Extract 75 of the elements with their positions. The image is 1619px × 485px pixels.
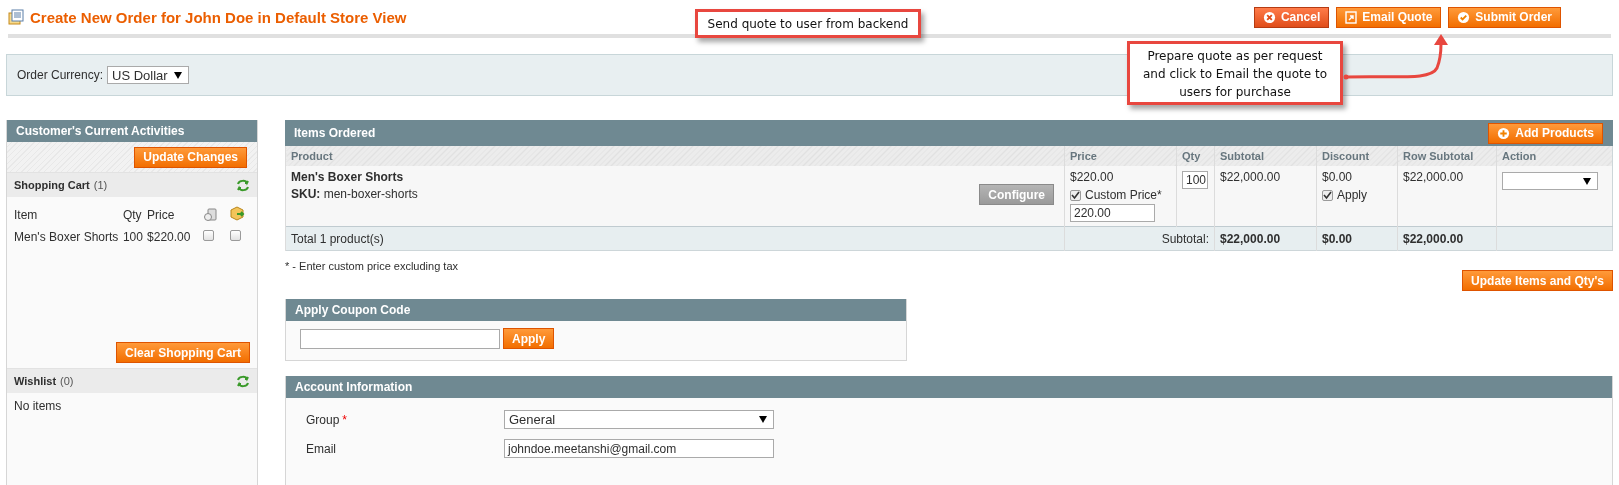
panel-header: Account Information <box>286 376 1612 398</box>
email-button[interactable]: Email Quote <box>1336 6 1442 28</box>
cancel-button[interactable]: Cancel <box>1253 6 1330 28</box>
configure-button[interactable]: Configure <box>979 184 1054 205</box>
submit-button[interactable]: Submit Order <box>1448 6 1561 28</box>
email-field[interactable]: johndoe.meetanshi@gmail.com <box>504 439 774 458</box>
row-subtotal-total: $22,000.00 <box>1397 226 1497 251</box>
discount-value: $0.00 <box>1322 170 1354 184</box>
custom-price-field[interactable]: 220.00 <box>1070 204 1155 222</box>
total-label: Total 1 product(s) <box>285 226 1065 251</box>
currency-select[interactable]: US Dollar <box>107 66 189 84</box>
empty-message: No items <box>14 399 62 413</box>
caret-icon <box>759 416 767 423</box>
product-name: Men's Boxer Shorts <box>291 170 405 184</box>
item-count: (1) <box>93 179 108 191</box>
qty-field[interactable]: 100 <box>1182 171 1208 189</box>
price-value: $220.00 <box>1070 170 1115 184</box>
group-select[interactable]: General <box>504 410 774 429</box>
check-icon <box>1457 10 1471 24</box>
table-cell: $22,000.00 <box>1214 166 1317 227</box>
apply-discount-checkbox[interactable] <box>1322 189 1333 201</box>
annotation-callout: Prepare quote as per request and click to Email the quote to users for purchase <box>1127 41 1343 105</box>
column-header: Row Subtotal <box>1397 146 1497 166</box>
order-document-icon <box>8 9 24 25</box>
table-cell: $22,000.00 <box>1397 166 1497 227</box>
close-icon <box>1262 10 1276 24</box>
apply-coupon-button[interactable]: Apply <box>503 328 555 349</box>
remove-checkbox[interactable] <box>202 230 214 241</box>
refresh-icon[interactable] <box>237 374 249 388</box>
item-count: (0) <box>60 375 74 387</box>
required-mark: * <box>342 412 348 427</box>
caret-icon <box>1583 177 1591 185</box>
column-header: Subtotal <box>1214 146 1317 166</box>
add-products-button[interactable]: Add Products <box>1488 122 1603 144</box>
subtotal-total: $22,000.00 <box>1214 226 1317 251</box>
action-select[interactable] <box>1502 172 1598 190</box>
item-qty: 100 <box>122 227 148 247</box>
section-title: Items Ordered <box>294 126 376 140</box>
custom-price-label: Custom Price* <box>1085 188 1162 202</box>
item-price: $220.00 <box>147 229 192 246</box>
plus-icon <box>1497 126 1511 140</box>
update-items-button[interactable]: Update Items and Qty's <box>1462 270 1613 291</box>
column-header: Price <box>147 207 176 224</box>
currency-label: Order Currency: <box>17 68 104 82</box>
column-header: Action <box>1496 146 1613 166</box>
move-checkbox[interactable] <box>229 230 241 241</box>
column-header: Qty <box>1176 146 1215 166</box>
refresh-icon[interactable] <box>237 178 249 192</box>
custom-price-checkbox[interactable] <box>1070 189 1081 201</box>
sku-label: SKU: <box>291 187 321 201</box>
column-header: Price <box>1064 146 1177 166</box>
field-label: Email <box>306 441 337 456</box>
column-header: Qty <box>122 203 148 227</box>
column-header: Discount <box>1316 146 1398 166</box>
section-title: Shopping Cart <box>14 179 90 191</box>
coupon-field[interactable] <box>300 328 500 349</box>
panel-header: Customer's Current Activities <box>7 120 257 142</box>
item-name: Men's Boxer Shorts <box>14 227 123 247</box>
trash-can-icon <box>202 206 218 221</box>
annotation-callout: Send quote to user from backend <box>695 9 921 38</box>
discount-total: $0.00 <box>1316 226 1398 251</box>
sku-value: men-boxer-shorts <box>323 187 418 201</box>
caret-icon <box>173 71 182 79</box>
update-changes-button[interactable]: Update Changes <box>134 146 247 168</box>
apply-label: Apply <box>1337 188 1368 202</box>
subtotal-label: Subtotal: <box>1064 226 1215 251</box>
clear-cart-button[interactable]: Clear Shopping Cart <box>116 342 250 363</box>
page-title: Create New Order for John Doe in Default Store View <box>30 8 407 26</box>
column-header: Product <box>285 146 1065 166</box>
column-header: Item <box>14 203 123 227</box>
field-label: Group * <box>306 412 349 427</box>
section-title: Wishlist <box>14 375 57 387</box>
price-note: * - Enter custom price excluding tax <box>285 260 459 272</box>
box-arrow-icon <box>229 206 246 221</box>
panel-header: Apply Coupon Code <box>286 299 906 321</box>
